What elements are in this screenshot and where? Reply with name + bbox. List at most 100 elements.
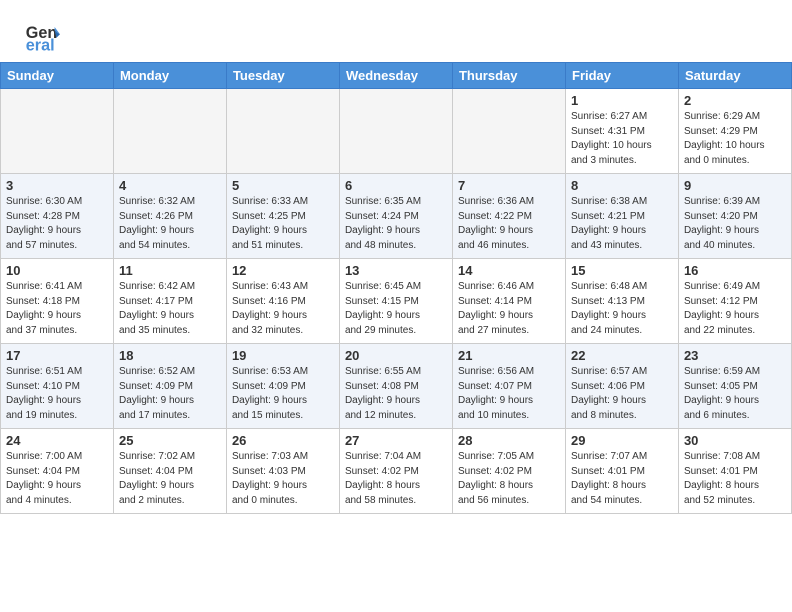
day-info: Sunrise: 7:07 AM Sunset: 4:01 PM Dayligh… — [571, 450, 673, 508]
day-number: 29 — [571, 433, 673, 448]
day-header-monday: Monday — [113, 63, 226, 89]
day-info: Sunrise: 6:27 AM Sunset: 4:31 PM Dayligh… — [571, 110, 673, 168]
day-info: Sunrise: 7:04 AM Sunset: 4:02 PM Dayligh… — [345, 450, 447, 508]
day-info: Sunrise: 6:49 AM Sunset: 4:12 PM Dayligh… — [684, 280, 786, 338]
day-number: 2 — [684, 93, 786, 108]
day-info: Sunrise: 6:51 AM Sunset: 4:10 PM Dayligh… — [6, 365, 108, 423]
day-number: 8 — [571, 178, 673, 193]
day-number: 19 — [232, 348, 334, 363]
day-info: Sunrise: 6:55 AM Sunset: 4:08 PM Dayligh… — [345, 365, 447, 423]
day-info: Sunrise: 7:05 AM Sunset: 4:02 PM Dayligh… — [458, 450, 560, 508]
day-info: Sunrise: 6:38 AM Sunset: 4:21 PM Dayligh… — [571, 195, 673, 253]
calendar-cell: 12 Sunrise: 6:43 AM Sunset: 4:16 PM Dayli… — [226, 259, 339, 344]
day-number: 12 — [232, 263, 334, 278]
calendar-cell: 2Sunrise: 6:29 AM Sunset: 4:29 PM Daylig… — [678, 89, 791, 174]
day-info: Sunrise: 6:36 AM Sunset: 4:22 PM Dayligh… — [458, 195, 560, 253]
day-number: 22 — [571, 348, 673, 363]
calendar-cell: 14 Sunrise: 6:46 AM Sunset: 4:14 PM Dayli… — [452, 259, 565, 344]
day-info: Sunrise: 6:35 AM Sunset: 4:24 PM Dayligh… — [345, 195, 447, 253]
day-header-friday: Friday — [566, 63, 679, 89]
day-number: 23 — [684, 348, 786, 363]
day-info: Sunrise: 6:41 AM Sunset: 4:18 PM Dayligh… — [6, 280, 108, 338]
calendar-cell: 29 Sunrise: 7:07 AM Sunset: 4:01 PM Dayli… — [566, 429, 679, 514]
day-number: 30 — [684, 433, 786, 448]
day-number: 16 — [684, 263, 786, 278]
calendar-cell: 22 Sunrise: 6:57 AM Sunset: 4:06 PM Dayli… — [566, 344, 679, 429]
calendar-week-row: 3 Sunrise: 6:30 AM Sunset: 4:28 PM Daylig… — [1, 174, 792, 259]
calendar-cell: 10 Sunrise: 6:41 AM Sunset: 4:18 PM Dayli… — [1, 259, 114, 344]
day-info: Sunrise: 6:53 AM Sunset: 4:09 PM Dayligh… — [232, 365, 334, 423]
day-info: Sunrise: 7:03 AM Sunset: 4:03 PM Dayligh… — [232, 450, 334, 508]
calendar-cell: 28 Sunrise: 7:05 AM Sunset: 4:02 PM Dayli… — [452, 429, 565, 514]
day-number: 1 — [571, 93, 673, 108]
day-info: Sunrise: 6:30 AM Sunset: 4:28 PM Dayligh… — [6, 195, 108, 253]
day-number: 10 — [6, 263, 108, 278]
day-number: 4 — [119, 178, 221, 193]
calendar-cell: 5Sunrise: 6:33 AM Sunset: 4:25 PM Daylig… — [226, 174, 339, 259]
calendar-cell: 16 Sunrise: 6:49 AM Sunset: 4:12 PM Dayli… — [678, 259, 791, 344]
day-number: 13 — [345, 263, 447, 278]
calendar-cell: 26 Sunrise: 7:03 AM Sunset: 4:03 PM Dayli… — [226, 429, 339, 514]
day-info: Sunrise: 7:02 AM Sunset: 4:04 PM Dayligh… — [119, 450, 221, 508]
calendar-week-row: 17 Sunrise: 6:51 AM Sunset: 4:10 PM Dayli… — [1, 344, 792, 429]
calendar-cell: 18Sunrise: 6:52 AM Sunset: 4:09 PM Dayli… — [113, 344, 226, 429]
calendar-cell: 21 Sunrise: 6:56 AM Sunset: 4:07 PM Dayli… — [452, 344, 565, 429]
calendar-cell — [452, 89, 565, 174]
day-number: 27 — [345, 433, 447, 448]
calendar-cell — [113, 89, 226, 174]
day-info: Sunrise: 6:59 AM Sunset: 4:05 PM Dayligh… — [684, 365, 786, 423]
day-info: Sunrise: 6:56 AM Sunset: 4:07 PM Dayligh… — [458, 365, 560, 423]
day-number: 21 — [458, 348, 560, 363]
day-number: 28 — [458, 433, 560, 448]
day-info: Sunrise: 7:00 AM Sunset: 4:04 PM Dayligh… — [6, 450, 108, 508]
calendar-cell — [226, 89, 339, 174]
logo: Gen eral — [24, 18, 66, 54]
calendar-cell: 4 Sunrise: 6:32 AM Sunset: 4:26 PM Daylig… — [113, 174, 226, 259]
calendar-cell: 15 Sunrise: 6:48 AM Sunset: 4:13 PM Dayli… — [566, 259, 679, 344]
day-number: 14 — [458, 263, 560, 278]
logo-icon: Gen eral — [24, 18, 60, 54]
day-header-sunday: Sunday — [1, 63, 114, 89]
calendar-cell: 25 Sunrise: 7:02 AM Sunset: 4:04 PM Dayli… — [113, 429, 226, 514]
day-number: 17 — [6, 348, 108, 363]
svg-text:eral: eral — [26, 36, 55, 54]
day-number: 25 — [119, 433, 221, 448]
calendar-table: SundayMondayTuesdayWednesdayThursdayFrid… — [0, 62, 792, 514]
day-info: Sunrise: 6:39 AM Sunset: 4:20 PM Dayligh… — [684, 195, 786, 253]
day-number: 24 — [6, 433, 108, 448]
day-info: Sunrise: 6:43 AM Sunset: 4:16 PM Dayligh… — [232, 280, 334, 338]
day-info: Sunrise: 6:46 AM Sunset: 4:14 PM Dayligh… — [458, 280, 560, 338]
day-info: Sunrise: 6:32 AM Sunset: 4:26 PM Dayligh… — [119, 195, 221, 253]
day-number: 15 — [571, 263, 673, 278]
day-number: 20 — [345, 348, 447, 363]
calendar-cell — [1, 89, 114, 174]
day-number: 9 — [684, 178, 786, 193]
day-number: 7 — [458, 178, 560, 193]
calendar-cell: 24 Sunrise: 7:00 AM Sunset: 4:04 PM Dayli… — [1, 429, 114, 514]
day-info: Sunrise: 6:42 AM Sunset: 4:17 PM Dayligh… — [119, 280, 221, 338]
calendar-cell: 8 Sunrise: 6:38 AM Sunset: 4:21 PM Daylig… — [566, 174, 679, 259]
calendar-header-row: SundayMondayTuesdayWednesdayThursdayFrid… — [1, 63, 792, 89]
calendar-cell: 30 Sunrise: 7:08 AM Sunset: 4:01 PM Dayli… — [678, 429, 791, 514]
day-header-thursday: Thursday — [452, 63, 565, 89]
day-number: 11 — [119, 263, 221, 278]
calendar-cell: 17 Sunrise: 6:51 AM Sunset: 4:10 PM Dayli… — [1, 344, 114, 429]
day-info: Sunrise: 7:08 AM Sunset: 4:01 PM Dayligh… — [684, 450, 786, 508]
calendar-cell: 20 Sunrise: 6:55 AM Sunset: 4:08 PM Dayli… — [339, 344, 452, 429]
calendar-cell: 7 Sunrise: 6:36 AM Sunset: 4:22 PM Daylig… — [452, 174, 565, 259]
day-info: Sunrise: 6:48 AM Sunset: 4:13 PM Dayligh… — [571, 280, 673, 338]
calendar-cell: 6 Sunrise: 6:35 AM Sunset: 4:24 PM Daylig… — [339, 174, 452, 259]
day-info: Sunrise: 6:57 AM Sunset: 4:06 PM Dayligh… — [571, 365, 673, 423]
calendar-week-row: 10 Sunrise: 6:41 AM Sunset: 4:18 PM Dayli… — [1, 259, 792, 344]
calendar-cell: 3 Sunrise: 6:30 AM Sunset: 4:28 PM Daylig… — [1, 174, 114, 259]
calendar-cell: 11 Sunrise: 6:42 AM Sunset: 4:17 PM Dayli… — [113, 259, 226, 344]
calendar-week-row: 1 Sunrise: 6:27 AM Sunset: 4:31 PM Daylig… — [1, 89, 792, 174]
day-header-saturday: Saturday — [678, 63, 791, 89]
calendar-cell: 19 Sunrise: 6:53 AM Sunset: 4:09 PM Dayli… — [226, 344, 339, 429]
calendar-cell: 13Sunrise: 6:45 AM Sunset: 4:15 PM Dayli… — [339, 259, 452, 344]
day-header-tuesday: Tuesday — [226, 63, 339, 89]
day-info: Sunrise: 6:52 AM Sunset: 4:09 PM Dayligh… — [119, 365, 221, 423]
day-number: 26 — [232, 433, 334, 448]
day-number: 6 — [345, 178, 447, 193]
day-number: 3 — [6, 178, 108, 193]
